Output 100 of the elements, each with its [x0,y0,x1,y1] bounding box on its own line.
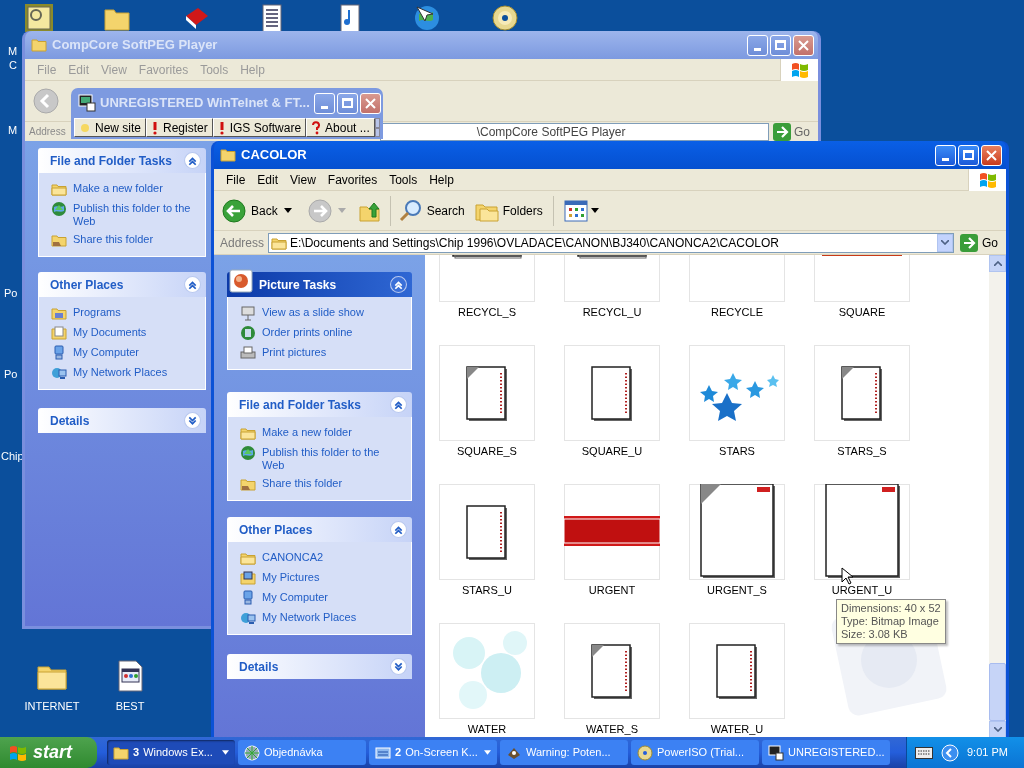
search-button[interactable]: Search [398,198,465,223]
thumbnail-drawing[interactable] [564,345,660,441]
file-name[interactable]: WATER_U [710,723,764,736]
file-name[interactable]: STARS_S [837,445,887,458]
menu-item[interactable]: File [220,170,252,189]
thumbnail-drawing[interactable] [564,484,660,580]
section-header[interactable]: Details [227,654,412,679]
section-header[interactable]: File and Folder Tasks [227,392,412,417]
menu-item[interactable]: View [284,170,322,189]
thumbnail-drawing[interactable] [439,345,535,441]
file-name[interactable]: URGENT_U [831,584,893,597]
folders-button[interactable]: Folders [474,198,543,223]
thumbnail-drawing[interactable] [564,623,660,719]
file-name[interactable]: WATER_S [586,723,638,736]
back-button[interactable]: Back [222,198,278,223]
task-link[interactable]: Share this folder [73,232,154,246]
start-button[interactable]: start [0,737,97,768]
toolbar-button[interactable]: About ... [306,118,375,137]
scroll-up-button[interactable] [989,255,1006,272]
file-name[interactable]: STARS_U [462,584,512,597]
calendar-icon[interactable] [25,4,53,32]
icon-label[interactable]: INTERNET [24,698,80,715]
vertical-scrollbar[interactable] [989,255,1006,738]
task-link[interactable]: Print pictures [262,345,327,359]
collapse-chevron-icon[interactable] [390,276,407,293]
keyboard-icon[interactable] [915,746,933,759]
section-header[interactable]: File and Folder Tasks [38,148,206,173]
task-link[interactable]: Make a new folder [262,425,352,439]
taskbar-button[interactable]: Warning: Poten... [500,740,628,765]
task-link[interactable]: Share this folder [262,476,343,490]
minimize-button[interactable] [935,144,956,166]
task-link[interactable]: My Documents [73,325,147,339]
section-header[interactable]: Other Places [227,517,412,542]
chevron-left-icon[interactable] [941,743,959,762]
go-button[interactable]: Go [958,232,1000,253]
section-header[interactable]: Picture Tasks [227,272,412,297]
task-link[interactable]: Publish this folder to the Web [73,201,193,228]
taskbar-button[interactable]: UNREGISTERED... [762,740,890,765]
minimize-button[interactable] [747,34,768,56]
collapse-chevron-icon[interactable] [390,396,407,413]
file-name[interactable]: RECYCL_U [582,306,642,319]
thumbnail-drawing[interactable] [439,484,535,580]
close-button[interactable] [981,144,1002,166]
maximize-button[interactable] [336,92,358,114]
menu-item[interactable]: Tools [383,170,424,189]
collapse-chevron-icon[interactable] [184,152,201,169]
close-button[interactable] [359,92,381,114]
task-link[interactable]: Publish this folder to the Web [262,445,399,472]
task-link[interactable]: My Computer [73,345,140,359]
toolbar-button[interactable]: Register [146,118,213,137]
task-link[interactable]: My Computer [262,590,329,604]
collapse-chevron-icon[interactable] [390,521,407,538]
go-button[interactable]: Go [771,122,812,141]
file-name[interactable]: SQUARE [838,306,886,319]
file-name[interactable]: WATER [467,723,507,736]
globe-icon[interactable] [413,4,441,32]
taskbar-button[interactable]: 2 On-Screen K... [369,740,497,765]
scroll-arrows[interactable] [374,118,380,137]
task-link[interactable]: My Network Places [73,365,168,379]
address-field[interactable]: E:\Documents and Settings\Chip 1996\OVLADACE\CANON\BJ340\CANONCA2\CACOLOR [268,232,954,253]
thumbnail-drawing[interactable] [689,623,785,719]
task-link[interactable]: Make a new folder [73,181,163,195]
section-header[interactable]: Other Places [38,272,206,297]
maximize-button[interactable] [770,34,791,56]
task-link[interactable]: View as a slide show [262,305,364,319]
thumbnail-drawing[interactable] [814,345,910,441]
thumbnail-drawing[interactable] [814,484,910,580]
toolbar-button[interactable]: IGS Software [212,118,307,137]
taskbar-button[interactable]: Objednávka [238,740,366,765]
file-name[interactable]: RECYCL_S [457,306,517,319]
icon-label[interactable]: BEST [115,698,145,715]
expand-chevron-icon[interactable] [184,412,201,429]
task-link[interactable]: Programs [73,305,121,319]
expand-chevron-icon[interactable] [390,658,407,675]
file-name[interactable]: URGENT [588,584,636,597]
task-link[interactable]: My Network Places [262,610,357,624]
disc-icon[interactable] [491,4,519,32]
thumbnail-drawing[interactable] [689,484,785,580]
task-link[interactable]: Order prints online [262,325,353,339]
toolbar-button[interactable]: New site [74,118,146,137]
minimize-button[interactable] [313,92,335,114]
file-name[interactable]: URGENT_S [707,584,767,597]
file-name[interactable]: RECYCLE [711,306,763,319]
scroll-thumb[interactable] [989,663,1006,721]
thumbnail-drawing[interactable] [439,623,535,719]
address-field[interactable]: \CompCore SoftPEG Player [379,122,769,141]
menu-item[interactable]: Favorites [321,170,384,189]
file-name[interactable]: SQUARE_U [581,445,643,458]
taskbar-button[interactable]: 3 Windows Ex... [107,740,235,765]
maximize-button[interactable] [958,144,979,166]
menu-item[interactable]: Help [423,170,460,189]
file-name[interactable]: SQUARE_S [457,445,517,458]
menu-item[interactable]: Edit [251,170,285,189]
file-name[interactable]: STARS [719,445,755,458]
taskbar-button[interactable]: PowerISO (Trial... [631,740,759,765]
caret-icon[interactable] [283,208,292,213]
task-link[interactable]: My Pictures [262,570,320,584]
thumbnail-drawing[interactable] [689,345,785,441]
dropdown-button[interactable] [937,233,953,252]
section-header[interactable]: Details [38,408,206,433]
